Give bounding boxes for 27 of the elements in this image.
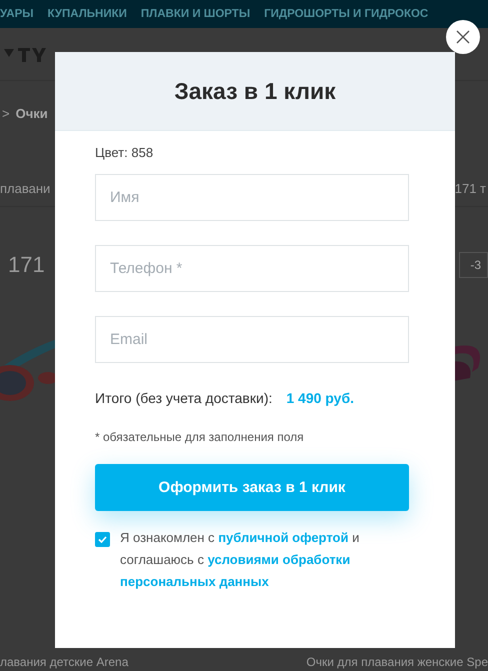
product-count: 171 <box>7 252 45 278</box>
consent-checkbox[interactable] <box>95 532 110 547</box>
submit-button[interactable]: Оформить заказ в 1 клик <box>95 464 409 511</box>
modal-title: Заказ в 1 клик <box>174 78 336 104</box>
nav-link[interactable]: ПЛАВКИ И ШОРТЫ <box>140 8 250 20</box>
input-field[interactable]: Телефон * <box>95 245 409 292</box>
color-label: Цвет: 858 <box>95 145 154 160</box>
privacy-link[interactable]: условиями обработки <box>208 552 350 567</box>
total-label: Итого (без учета доставки): <box>95 390 272 406</box>
input-field[interactable]: Email <box>95 316 409 363</box>
input-field[interactable]: Имя <box>95 174 409 221</box>
nav-link[interactable]: УАРЫ <box>0 8 34 20</box>
privacy-link[interactable]: персональных данных <box>120 574 269 589</box>
nav-link[interactable]: ГИДРОШОРТЫ И ГИДРОКОС <box>264 8 428 20</box>
product-title[interactable]: лавания детские Arena <box>0 655 128 669</box>
consent-text: Я ознакомлен с публичной офертой и соглашаюсь с условиями обработки персональных данных <box>120 529 360 591</box>
product-title[interactable]: Очки для плавания женские Spe <box>306 655 488 669</box>
checkmark-icon <box>98 536 107 543</box>
total-price: 1 490 руб. <box>286 390 354 406</box>
required-note: * обязательные для заполнения поля <box>95 430 305 444</box>
nav-link[interactable]: КУПАЛЬНИКИ <box>48 8 127 20</box>
discount-badge: -3 <box>459 252 488 278</box>
product-count: 171 т <box>454 181 487 198</box>
offer-link[interactable]: публичной офертой <box>218 530 348 545</box>
subtitle: плавани <box>0 181 50 198</box>
breadcrumb-separator: > <box>2 106 10 120</box>
breadcrumb-link[interactable]: Очки <box>16 106 48 120</box>
